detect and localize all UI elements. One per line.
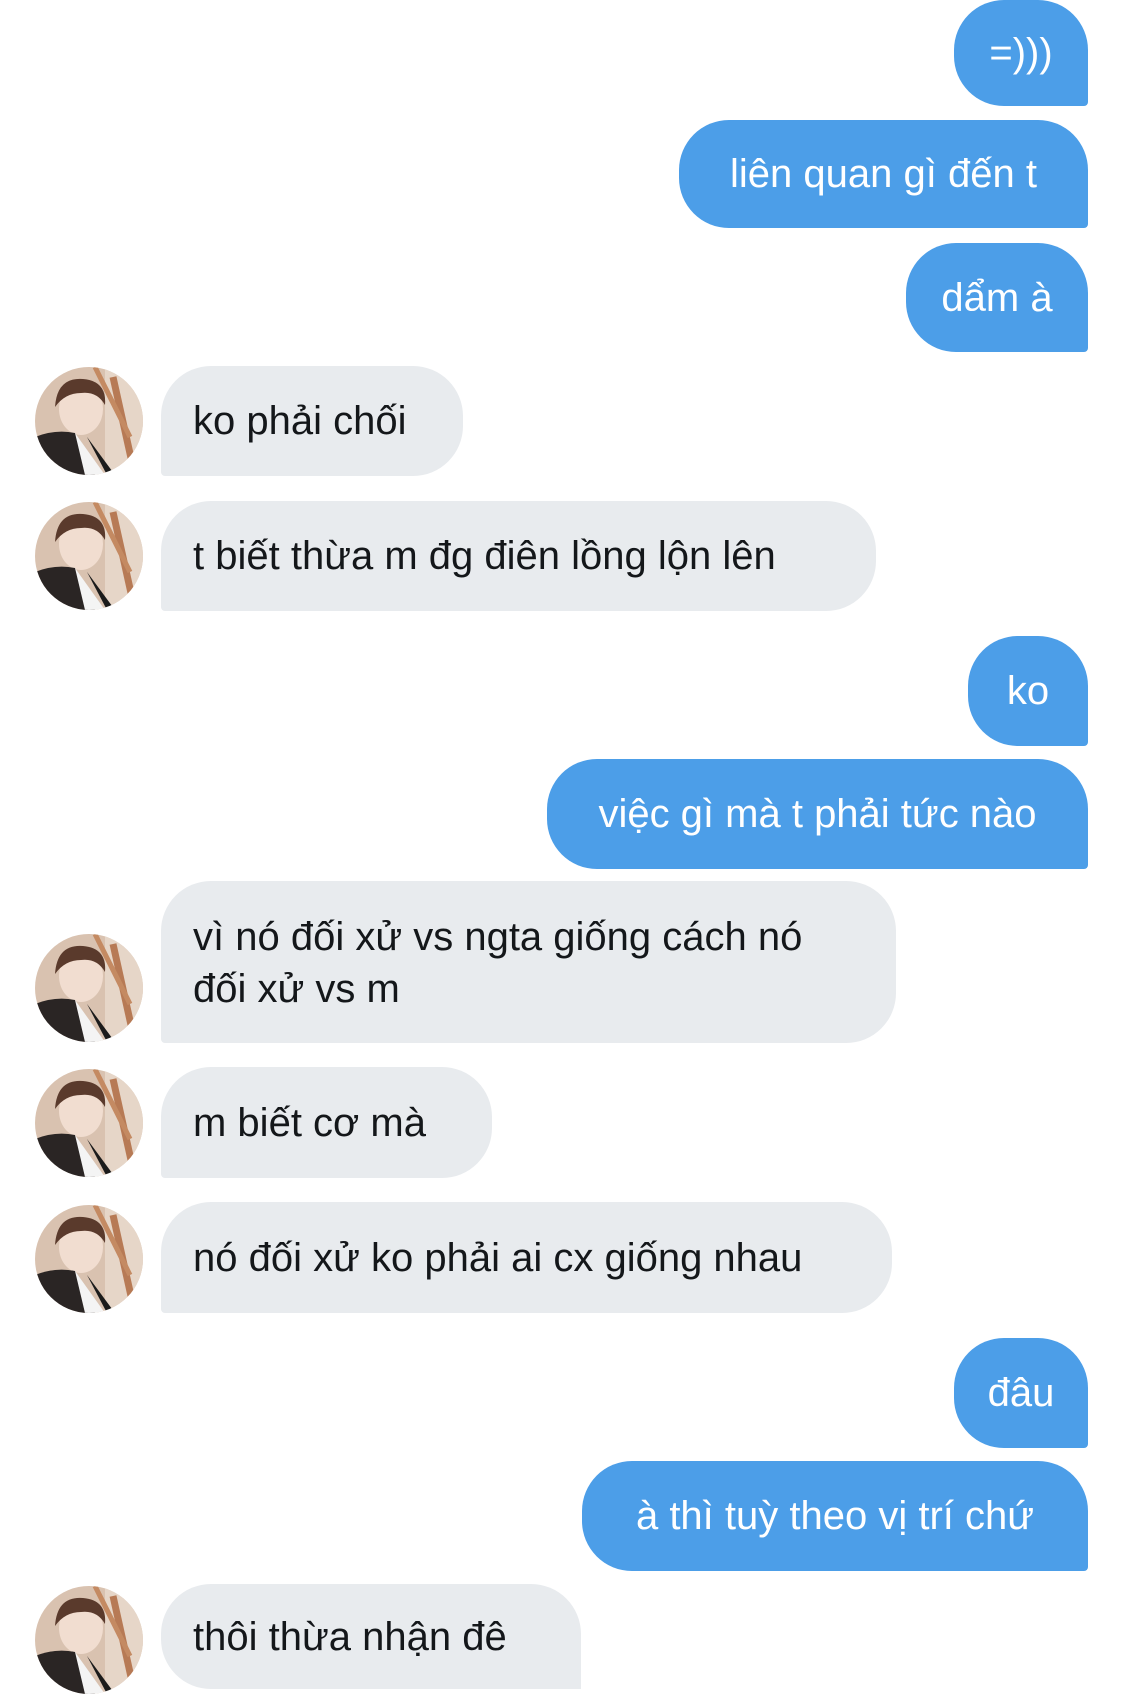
message-bubble-outgoing[interactable]: ko: [968, 636, 1088, 746]
message-bubble-outgoing[interactable]: việc gì mà t phải tức nào: [547, 759, 1088, 869]
message-text: nó đối xử ko phải ai cx giống nhau: [193, 1235, 803, 1280]
avatar-photo-icon: [35, 934, 143, 1042]
message-text: liên quan gì đến t: [730, 152, 1037, 196]
message-text: ko phải chối: [193, 399, 407, 443]
message-text: thôi thừa nhận đê: [193, 1614, 507, 1659]
contact-avatar[interactable]: [35, 1069, 143, 1177]
message-text: dẩm à: [941, 275, 1053, 320]
message-bubble-outgoing[interactable]: =))): [954, 0, 1088, 106]
message-thread: =))) liên quan gì đến t dẩm à ko phải ch…: [0, 0, 1125, 1694]
avatar-photo-icon: [35, 1069, 143, 1177]
avatar-photo-icon: [35, 1205, 143, 1313]
message-text: m biết cơ mà: [193, 1100, 426, 1145]
message-text: t biết thừa m đg điên lồng lộn lên: [193, 534, 776, 578]
message-bubble-incoming[interactable]: vì nó đối xử vs ngta giống cách nó đối x…: [161, 881, 896, 1043]
contact-avatar[interactable]: [35, 934, 143, 1042]
contact-avatar[interactable]: [35, 367, 143, 475]
message-text: vì nó đối xử vs ngta giống cách nó đối x…: [193, 915, 803, 1011]
message-text: ko: [1006, 669, 1050, 713]
message-bubble-outgoing[interactable]: liên quan gì đến t: [679, 120, 1088, 228]
contact-avatar[interactable]: [35, 502, 143, 610]
message-bubble-outgoing[interactable]: dẩm à: [906, 243, 1088, 352]
avatar-photo-icon: [35, 367, 143, 475]
message-bubble-incoming[interactable]: m biết cơ mà: [161, 1067, 492, 1178]
message-text: à thì tuỳ theo vị trí chứ: [635, 1494, 1035, 1538]
message-bubble-incoming[interactable]: ko phải chối: [161, 366, 463, 476]
contact-avatar[interactable]: [35, 1205, 143, 1313]
message-bubble-incoming[interactable]: thôi thừa nhận đê: [161, 1584, 581, 1689]
message-bubble-incoming[interactable]: t biết thừa m đg điên lồng lộn lên: [161, 501, 876, 611]
message-bubble-outgoing[interactable]: à thì tuỳ theo vị trí chứ: [582, 1461, 1088, 1571]
message-text: đâu: [987, 1371, 1055, 1415]
avatar-photo-icon: [35, 502, 143, 610]
avatar-photo-icon: [35, 1586, 143, 1694]
message-bubble-outgoing[interactable]: đâu: [954, 1338, 1088, 1448]
message-text: việc gì mà t phải tức nào: [598, 792, 1037, 836]
message-text: =))): [989, 31, 1053, 75]
message-bubble-incoming[interactable]: nó đối xử ko phải ai cx giống nhau: [161, 1202, 892, 1313]
contact-avatar[interactable]: [35, 1586, 143, 1694]
